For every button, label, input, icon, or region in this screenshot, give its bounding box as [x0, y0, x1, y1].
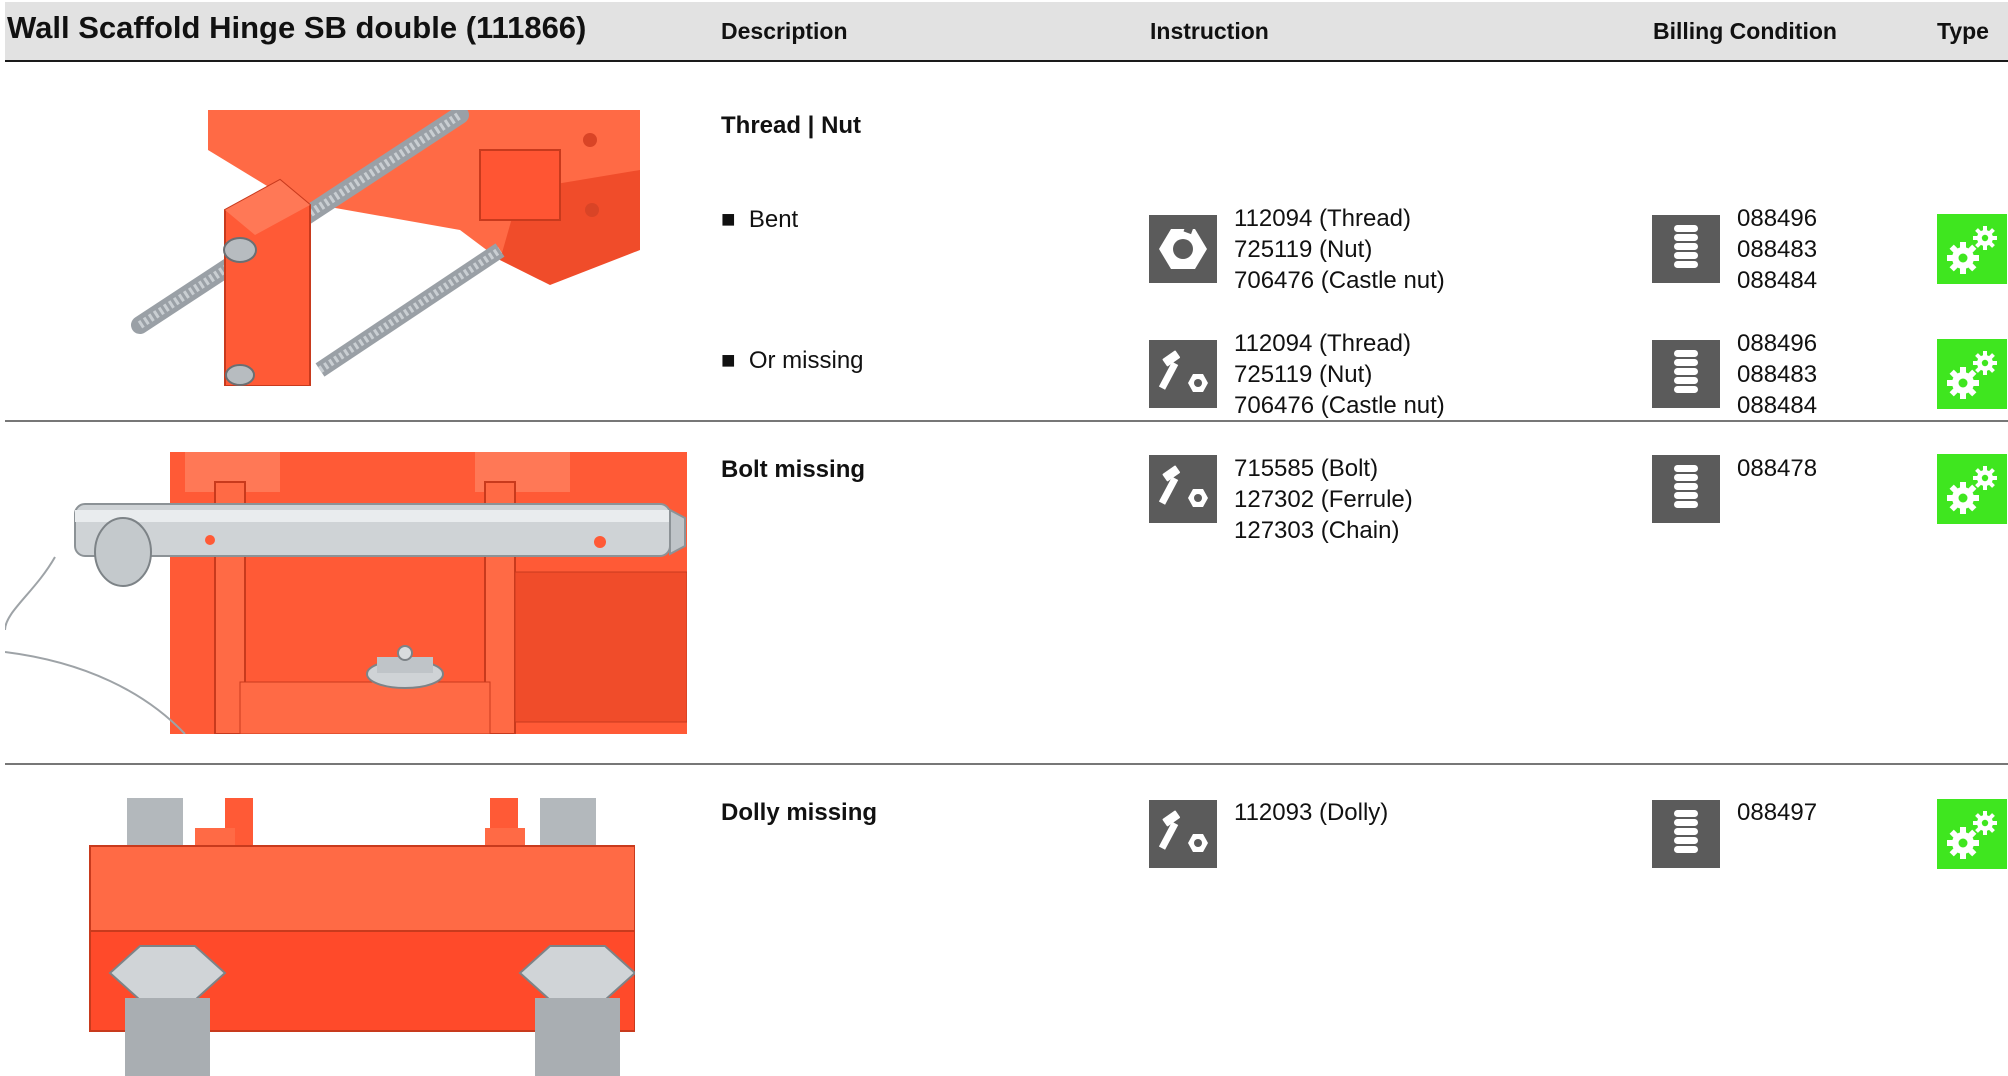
- billing-list: 088478: [1737, 453, 1817, 484]
- column-header-description: Description: [721, 18, 848, 44]
- gears-icon: [1937, 214, 2007, 284]
- billing-list: 088496 088483 088484: [1737, 203, 1817, 296]
- billing-code: 088496: [1737, 330, 1818, 357]
- instruction-line: 725119 (Nut): [1234, 361, 1373, 388]
- bolt-image: [5, 452, 687, 734]
- coin-stack-icon: [1652, 340, 1720, 408]
- bullet-icon: ■: [721, 206, 736, 233]
- billing-code: 088483: [1737, 361, 1818, 388]
- section-heading-bolt-missing: Bolt missing: [721, 456, 866, 483]
- billing-list: 088497: [1737, 797, 1817, 828]
- nut-icon: [1149, 215, 1217, 283]
- billing-code: 088484: [1737, 392, 1818, 419]
- billing-code: 088484: [1737, 267, 1818, 294]
- column-header-type: Type: [1937, 18, 1989, 44]
- dolly-image: [89, 798, 635, 1076]
- instruction-line: 725119 (Nut): [1234, 236, 1373, 263]
- column-header-instruction: Instruction: [1150, 18, 1269, 44]
- instruction-list: 112093 (Dolly): [1234, 797, 1388, 828]
- instruction-line: 112094 (Thread): [1234, 330, 1411, 357]
- column-header-billing-condition: Billing Condition: [1653, 18, 1837, 44]
- list-item-bent: ■ Bent: [721, 206, 798, 234]
- billing-code: 088478: [1737, 455, 1818, 482]
- thread-nut-image: [131, 110, 640, 386]
- instruction-list: 112094 (Thread) 725119 (Nut) 706476 (Cas…: [1234, 203, 1445, 296]
- instruction-line: 715585 (Bolt): [1234, 455, 1379, 482]
- instruction-line: 112094 (Thread): [1234, 205, 1411, 232]
- list-item-label: Bent: [748, 206, 799, 233]
- page-title: Wall Scaffold Hinge SB double (111866): [7, 10, 587, 45]
- bullet-icon: ■: [721, 347, 736, 374]
- bolt-nut-icon: [1149, 340, 1217, 408]
- list-item-label: Or missing: [748, 347, 864, 374]
- coin-stack-icon: [1652, 800, 1720, 868]
- row-divider: [5, 420, 2008, 422]
- row-divider: [5, 763, 2008, 765]
- instruction-line: 127302 (Ferrule): [1234, 486, 1413, 513]
- coin-stack-icon: [1652, 455, 1720, 523]
- instruction-list: 112094 (Thread) 725119 (Nut) 706476 (Cas…: [1234, 328, 1445, 421]
- billing-list: 088496 088483 088484: [1737, 328, 1817, 421]
- instruction-line: 112093 (Dolly): [1234, 799, 1389, 826]
- billing-code: 088497: [1737, 799, 1818, 826]
- gears-icon: [1937, 799, 2007, 869]
- gears-icon: [1937, 339, 2007, 409]
- bolt-nut-icon: [1149, 800, 1217, 868]
- instruction-line: 127303 (Chain): [1234, 517, 1400, 544]
- instruction-line: 706476 (Castle nut): [1234, 267, 1445, 294]
- billing-code: 088483: [1737, 236, 1818, 263]
- gears-icon: [1937, 454, 2007, 524]
- table-header: Wall Scaffold Hinge SB double (111866) D…: [5, 2, 2008, 62]
- billing-code: 088496: [1737, 205, 1818, 232]
- coin-stack-icon: [1652, 215, 1720, 283]
- bolt-nut-icon: [1149, 455, 1217, 523]
- instruction-line: 706476 (Castle nut): [1234, 392, 1445, 419]
- list-item-or-missing: ■ Or missing: [721, 347, 864, 375]
- instruction-list: 715585 (Bolt) 127302 (Ferrule) 127303 (C…: [1234, 453, 1413, 546]
- section-heading-thread-nut: Thread | Nut: [721, 112, 862, 139]
- section-heading-dolly-missing: Dolly missing: [721, 799, 878, 826]
